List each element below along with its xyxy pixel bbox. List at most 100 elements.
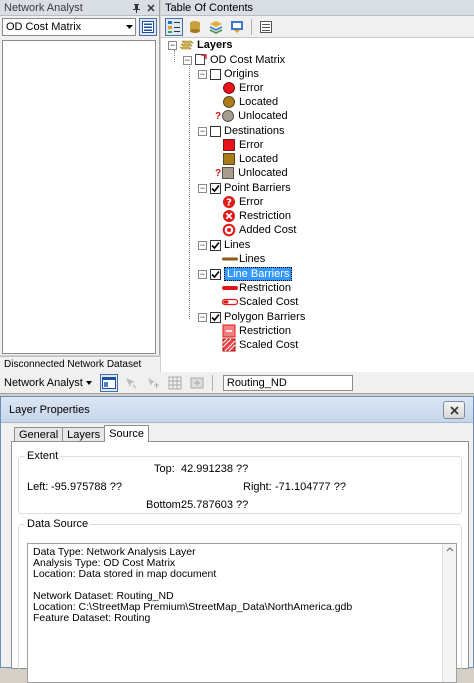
list-by-drawing-order-icon[interactable] (165, 17, 183, 36)
polygon-barriers-checkbox[interactable] (210, 311, 221, 323)
toc-point-barriers-layer[interactable]: − Point Barriers (198, 181, 291, 195)
list-by-visibility-icon[interactable] (207, 18, 225, 36)
legend-item: Lines (222, 252, 265, 266)
options-icon[interactable] (257, 18, 275, 36)
table-of-contents-window: Table Of Contents − Layers − OD Cost Mat… (161, 0, 474, 372)
source-tab-page: Extent Top: 42.991238 ?? Left: -95.97578… (11, 441, 469, 683)
line-barriers-restriction-label: Restriction (239, 282, 291, 294)
legend-item: Error (222, 81, 263, 95)
collapse-icon[interactable]: − (198, 240, 207, 250)
extent-group: Extent Top: 42.991238 ?? Left: -95.97578… (18, 450, 462, 514)
extent-right-value: -71.104777 ?? (275, 481, 346, 493)
tree-connector (189, 66, 190, 319)
legend-item: Restriction (222, 324, 291, 338)
origins-error-label: Error (239, 82, 264, 94)
data-source-scrollbar[interactable] (442, 544, 456, 682)
network-analyst-titlebar: Network Analyst (0, 0, 159, 16)
scroll-up-icon[interactable] (443, 544, 457, 554)
line-barriers-label[interactable]: Line Barriers (224, 267, 293, 281)
toc-origins-layer[interactable]: − Origins (198, 67, 259, 81)
solve-icon[interactable] (188, 374, 206, 392)
restriction-barrier-icon (223, 210, 235, 222)
toc-title: Table Of Contents (161, 0, 474, 16)
legend-item: Located (222, 152, 278, 166)
lines-label: Lines (224, 239, 251, 251)
list-by-source-icon[interactable] (186, 18, 204, 36)
legend-item: Restriction (222, 209, 291, 223)
polygon-barriers-label: Polygon Barriers (224, 311, 306, 323)
located-point-icon (223, 96, 235, 108)
network-analyst-menu-label: Network Analyst (4, 376, 83, 389)
legend-item: Located (222, 95, 278, 109)
data-source-group: Data Source Data Type: Network Analysis … (18, 518, 462, 683)
polygon-barriers-scaled-cost-label: Scaled Cost (239, 339, 299, 351)
close-icon (449, 405, 459, 415)
data-source-textbox[interactable]: Data Type: Network Analysis Layer Analys… (27, 543, 457, 683)
origins-label: Origins (224, 68, 259, 80)
layers-root-label: Layers (197, 39, 233, 51)
error-square-icon (223, 139, 235, 151)
collapse-icon[interactable]: − (198, 269, 207, 279)
analysis-layer-dropdown[interactable]: OD Cost Matrix (2, 18, 136, 36)
layer-properties-dialog: Layer Properties General Layers Source E… (0, 396, 474, 683)
extent-left-label: Left: (27, 481, 49, 493)
toc-destinations-layer[interactable]: − Destinations (198, 124, 285, 138)
data-source-group-label: Data Source (25, 518, 91, 530)
origins-unlocated-label: Unlocated (238, 110, 288, 122)
network-analyst-class-list[interactable] (2, 40, 156, 354)
destinations-checkbox[interactable] (210, 125, 221, 137)
data-source-line: Location: Data stored in map document (33, 568, 217, 580)
scaled-cost-polygon-icon (222, 338, 236, 352)
collapse-icon[interactable]: − (198, 312, 207, 322)
toc-polygon-barriers-layer[interactable]: − Polygon Barriers (198, 310, 305, 324)
tab-general[interactable]: General (14, 427, 64, 441)
chevron-down-icon (123, 19, 135, 35)
legend-item: ? Unlocated (215, 109, 288, 123)
network-status-text: Disconnected Network Dataset (0, 356, 160, 372)
na-layer-checkbox-icon[interactable] (195, 54, 207, 66)
lines-checkbox[interactable] (210, 239, 221, 251)
tab-layers[interactable]: Layers (62, 427, 106, 441)
destinations-label: Destinations (224, 125, 285, 137)
od-layer-label: OD Cost Matrix (210, 54, 286, 66)
close-icon[interactable] (147, 3, 155, 12)
toc-lines-layer[interactable]: − Lines (198, 238, 250, 252)
point-barriers-checkbox[interactable] (210, 182, 221, 194)
chevron-down-icon (85, 380, 92, 385)
show-hide-window-icon[interactable] (99, 373, 118, 392)
data-source-line: Feature Dataset: Routing (33, 612, 151, 624)
origins-checkbox[interactable] (210, 68, 221, 80)
unlocated-square-icon (222, 167, 235, 179)
collapse-icon[interactable]: − (168, 40, 177, 50)
toc-od-cost-matrix-layer[interactable]: − OD Cost Matrix (183, 53, 285, 67)
pin-icon[interactable] (132, 3, 141, 13)
extent-top-value: 42.991238 ?? (181, 463, 249, 475)
polygon-barriers-restriction-label: Restriction (239, 325, 291, 337)
create-network-location-icon[interactable] (122, 374, 140, 392)
unlocated-point-icon (222, 110, 235, 122)
collapse-icon[interactable]: − (198, 126, 207, 136)
list-by-selection-icon[interactable] (228, 18, 246, 36)
svg-text:?: ? (226, 198, 232, 209)
added-cost-barrier-icon (222, 223, 236, 237)
origins-located-label: Located (239, 96, 279, 108)
network-dataset-field[interactable]: Routing_ND (222, 374, 353, 391)
collapse-icon[interactable]: − (198, 183, 207, 193)
dialog-close-button[interactable] (443, 401, 465, 419)
select-move-location-icon[interactable] (144, 374, 162, 392)
analysis-layer-properties-button[interactable] (139, 18, 157, 36)
tab-source[interactable]: Source (104, 425, 150, 442)
toc-line-barriers-layer[interactable]: − Line Barriers (198, 267, 293, 281)
dialog-title: Layer Properties (9, 403, 90, 416)
toc-layers-root[interactable]: − Layers (168, 38, 232, 52)
destinations-error-label: Error (239, 139, 264, 151)
extent-bottom-value: 25.787603 ?? (181, 499, 249, 511)
network-analyst-menu[interactable]: Network Analyst (4, 377, 92, 389)
toolbar-separator (251, 18, 252, 35)
restriction-line-icon (222, 286, 238, 290)
od-matrix-grid-icon[interactable] (166, 374, 184, 392)
toc-toolbar (161, 16, 474, 38)
collapse-icon[interactable]: − (198, 69, 207, 79)
collapse-icon[interactable]: − (183, 55, 192, 65)
line-barriers-checkbox[interactable] (210, 268, 221, 280)
